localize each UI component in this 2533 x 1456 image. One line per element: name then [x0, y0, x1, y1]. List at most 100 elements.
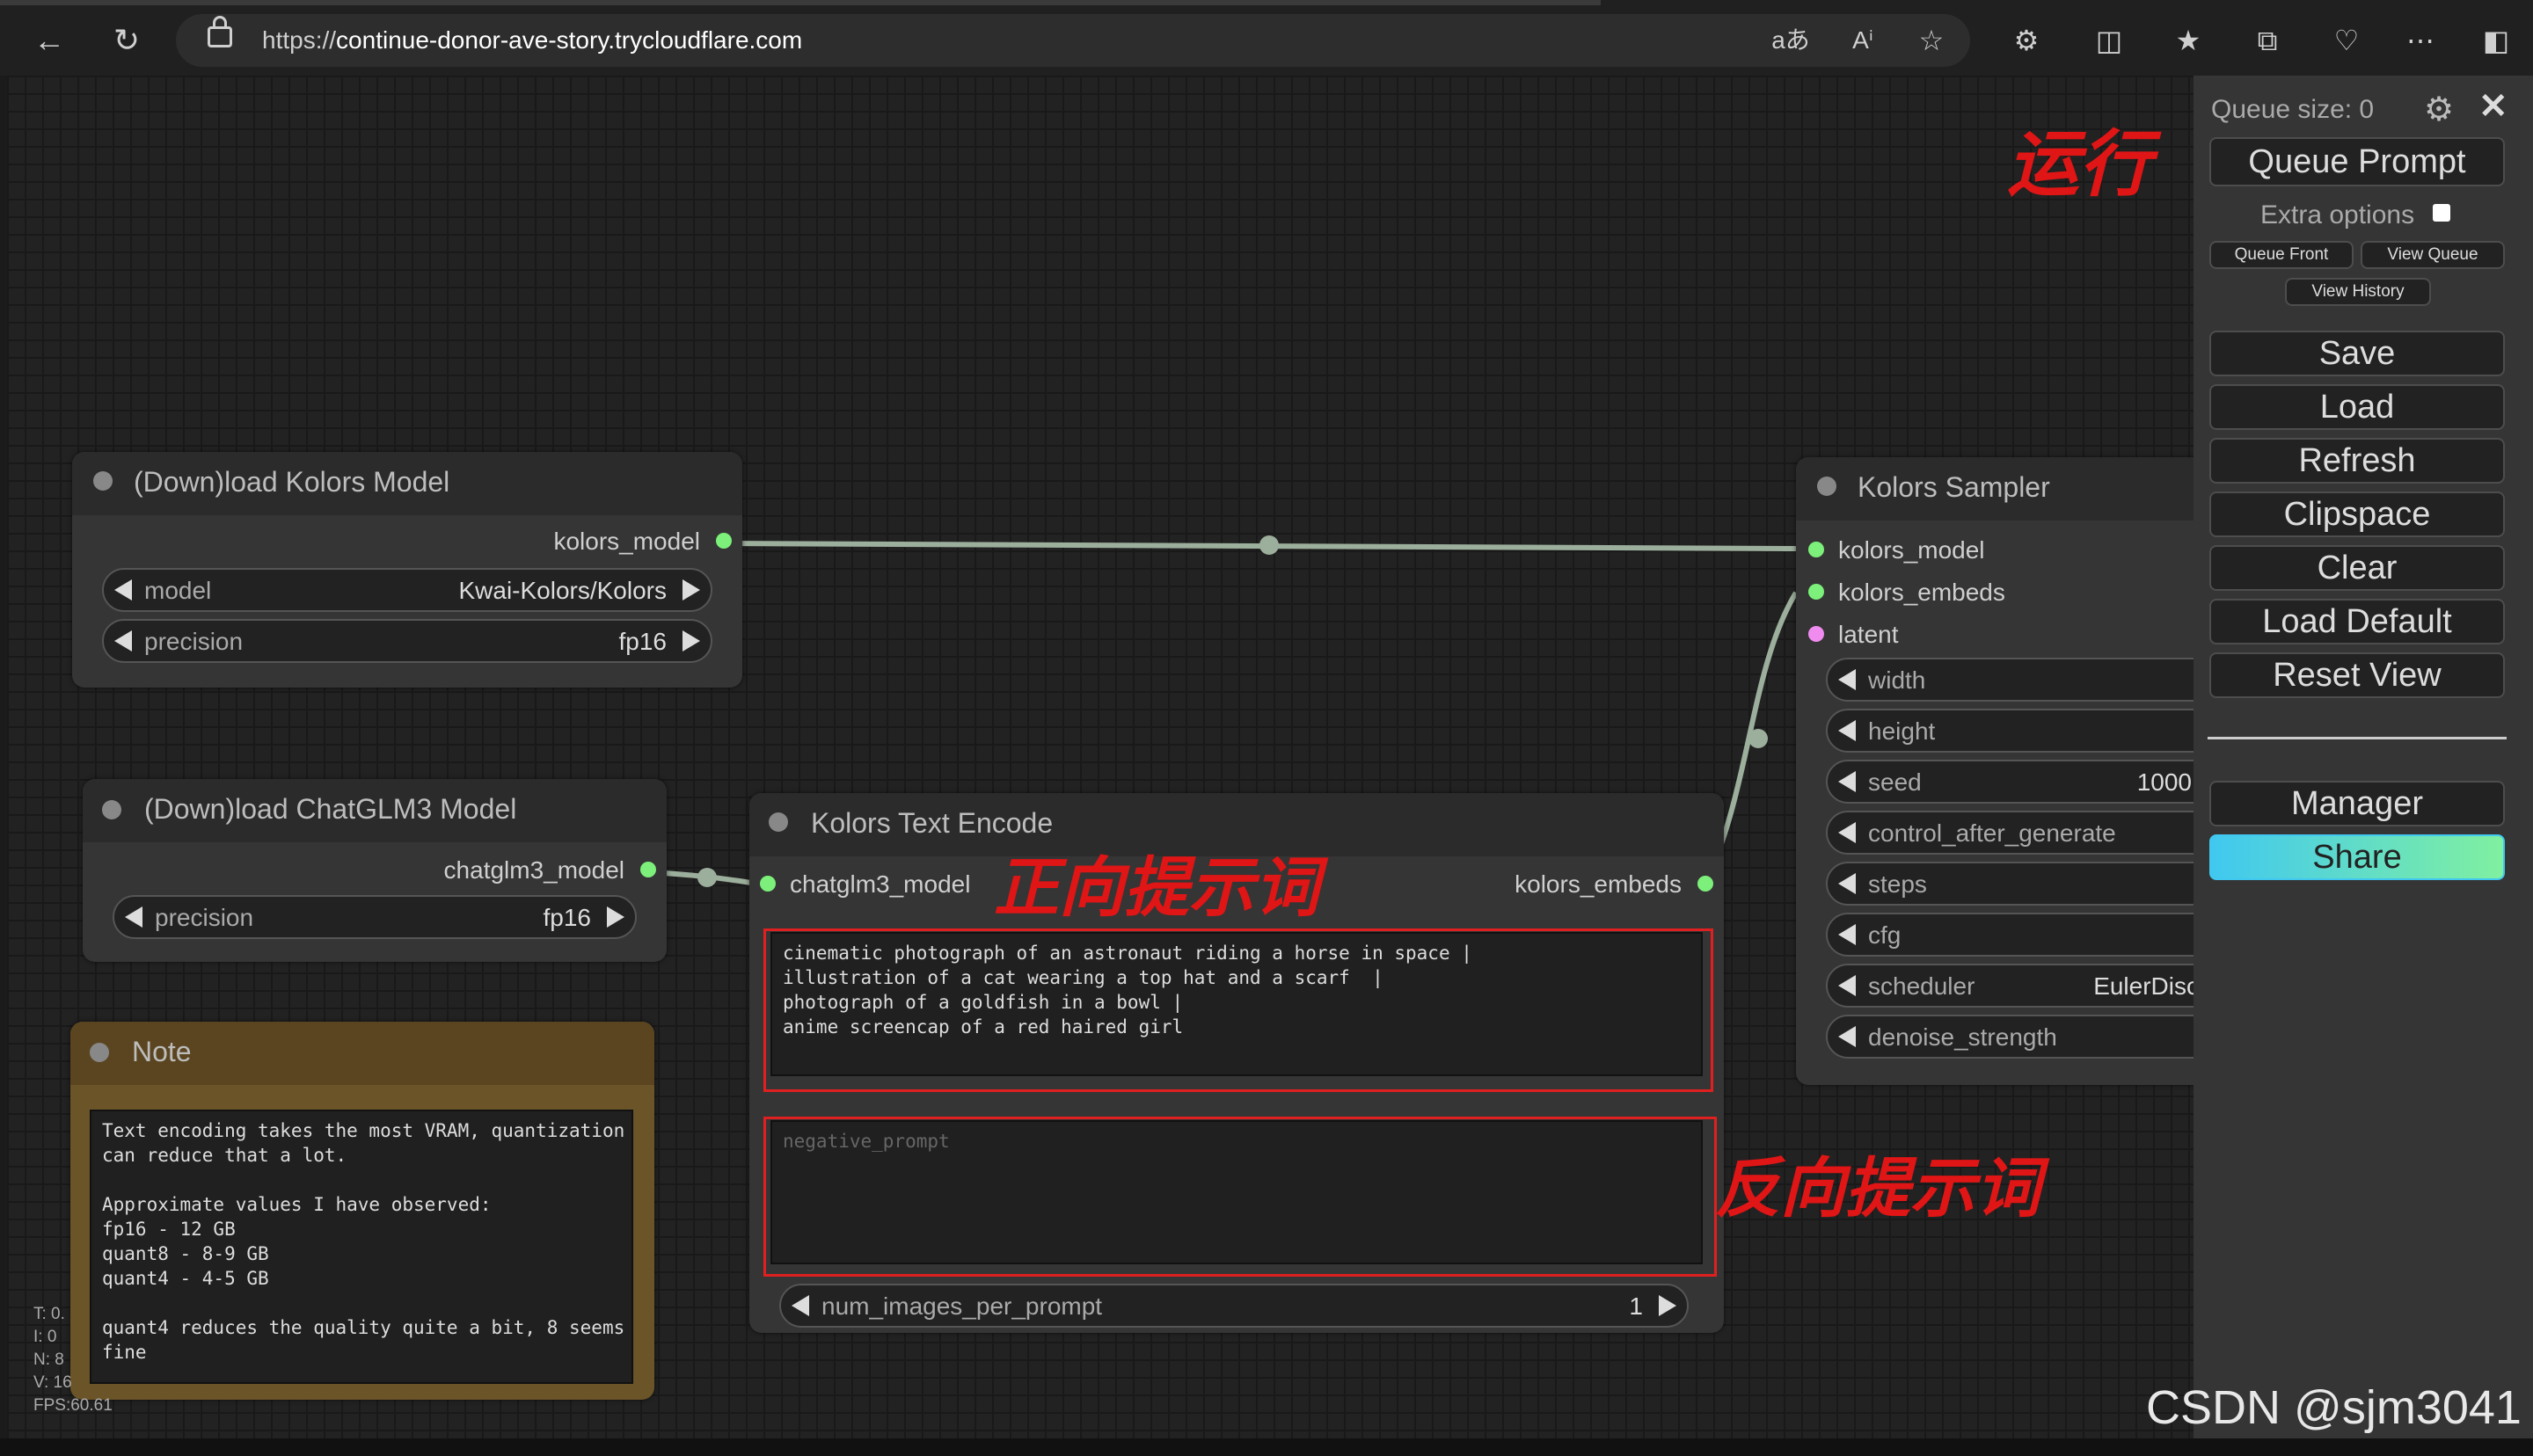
negative-prompt-highlight	[763, 1117, 1717, 1277]
precision-combo[interactable]: precision fp16	[113, 895, 637, 939]
input-slot-latent[interactable]	[1808, 626, 1824, 642]
seed-widget[interactable]: seed 1000	[1826, 760, 2230, 804]
widget-value: fp16	[543, 904, 592, 931]
input-slot[interactable]	[760, 876, 776, 892]
widget-value: EulerDisc	[2093, 972, 2199, 1000]
view-queue-button[interactable]: View Queue	[2361, 241, 2505, 269]
link-kolors-model	[722, 541, 1797, 551]
stat-t: T: 0.	[33, 1305, 65, 1323]
widget-value: 1	[1629, 1292, 1643, 1320]
input-label: latent	[1838, 621, 1899, 648]
annotation-run: 运行	[2007, 122, 2151, 207]
clipspace-button[interactable]: Clipspace	[2209, 491, 2505, 537]
close-icon[interactable]: ✕	[2478, 86, 2508, 127]
increment-arrow-icon[interactable]	[1659, 1295, 1676, 1316]
widget-label: height	[1868, 717, 1936, 745]
refresh-button[interactable]: Refresh	[2209, 438, 2505, 484]
output-slot[interactable]	[716, 533, 732, 549]
clear-button[interactable]: Clear	[2209, 545, 2505, 591]
height-widget[interactable]: height	[1826, 709, 2230, 753]
share-button[interactable]: Share	[2209, 834, 2505, 880]
widget-value: Kwai-Kolors/Kolors	[458, 577, 667, 604]
width-widget[interactable]: width	[1826, 658, 2230, 702]
num-images-per-prompt-widget[interactable]: num_images_per_prompt 1	[779, 1284, 1689, 1328]
node-title: (Down)load Kolors Model	[134, 466, 450, 498]
extra-options-checkbox[interactable]	[2433, 204, 2450, 222]
collapse-dot[interactable]	[93, 471, 113, 491]
output-label: kolors_model	[553, 528, 700, 555]
stat-i: I: 0	[33, 1328, 57, 1346]
queue-front-button[interactable]: Queue Front	[2209, 241, 2354, 269]
reset-view-button[interactable]: Reset View	[2209, 652, 2505, 698]
widget-value: 1000	[2136, 768, 2192, 796]
manager-button[interactable]: Manager	[2209, 781, 2505, 826]
link-midpoint[interactable]	[1259, 535, 1279, 555]
queue-size: Queue size: 0	[2211, 95, 2375, 124]
increment-arrow-icon[interactable]	[683, 579, 700, 601]
decrement-arrow-icon[interactable]	[1838, 822, 1856, 843]
node-note[interactable]: Note Text encoding takes the most VRAM, …	[70, 1022, 654, 1400]
input-label: kolors_embeds	[1838, 579, 2005, 606]
decrement-arrow-icon[interactable]	[1838, 873, 1856, 894]
decrement-arrow-icon[interactable]	[1838, 975, 1856, 996]
output-label: chatglm3_model	[443, 856, 624, 884]
node-title: (Down)load ChatGLM3 Model	[144, 793, 517, 825]
output-label: kolors_embeds	[1515, 870, 1682, 898]
view-history-button[interactable]: View History	[2285, 278, 2431, 306]
decrement-arrow-icon[interactable]	[114, 630, 132, 652]
model-combo[interactable]: model Kwai-Kolors/Kolors	[102, 568, 712, 612]
collapse-dot[interactable]	[1817, 477, 1836, 496]
collapse-dot[interactable]	[90, 1043, 109, 1062]
denoise-strength-widget[interactable]: denoise_strength	[1826, 1015, 2230, 1059]
input-label: chatglm3_model	[790, 870, 971, 898]
scheduler-widget[interactable]: scheduler EulerDisc	[1826, 964, 2230, 1008]
increment-arrow-icon[interactable]	[683, 630, 700, 652]
stat-fps: FPS:60.61	[33, 1396, 113, 1415]
note-text[interactable]: Text encoding takes the most VRAM, quant…	[90, 1110, 633, 1384]
decrement-arrow-icon[interactable]	[125, 906, 142, 928]
steps-widget[interactable]: steps	[1826, 862, 2230, 906]
settings-gear-icon[interactable]: ⚙	[2424, 90, 2454, 129]
bottom-edge	[0, 1438, 2533, 1456]
node-download-kolors-model[interactable]: (Down)load Kolors Model kolors_model mod…	[72, 452, 742, 688]
increment-arrow-icon[interactable]	[607, 906, 624, 928]
widget-label: model	[144, 577, 212, 604]
link-midpoint[interactable]	[1748, 729, 1768, 748]
input-slot-kolors-model[interactable]	[1808, 542, 1824, 557]
collapse-dot[interactable]	[102, 800, 121, 819]
annotation-negative-prompt: 反向提示词	[1715, 1151, 2040, 1227]
node-kolors-sampler[interactable]: Kolors Sampler kolors_model kolors_embed…	[1796, 457, 2230, 1085]
positive-prompt-highlight	[763, 928, 1713, 1092]
widget-label: scheduler	[1868, 972, 1975, 1000]
link-midpoint[interactable]	[697, 868, 717, 887]
decrement-arrow-icon[interactable]	[1838, 771, 1856, 792]
output-slot[interactable]	[1697, 876, 1713, 892]
widget-label: precision	[155, 904, 254, 931]
decrement-arrow-icon[interactable]	[1838, 924, 1856, 945]
save-button[interactable]: Save	[2209, 331, 2505, 376]
widget-value: fp16	[618, 628, 668, 655]
queue-prompt-button[interactable]: Queue Prompt	[2209, 137, 2505, 186]
input-label: kolors_model	[1838, 536, 1985, 564]
cfg-widget[interactable]: cfg	[1826, 913, 2230, 957]
extra-options-label: Extra options	[2260, 200, 2415, 229]
load-button[interactable]: Load	[2209, 384, 2505, 430]
control-after-generate-widget[interactable]: control_after_generate	[1826, 811, 2230, 855]
precision-combo[interactable]: precision fp16	[102, 619, 712, 663]
decrement-arrow-icon[interactable]	[1838, 720, 1856, 741]
node-download-chatglm3-model[interactable]: (Down)load ChatGLM3 Model chatglm3_model…	[83, 779, 667, 962]
stat-n: N: 8	[33, 1350, 64, 1369]
decrement-arrow-icon[interactable]	[114, 579, 132, 601]
widget-label: control_after_generate	[1868, 819, 2116, 847]
watermark: CSDN @sjm3041	[2146, 1381, 2522, 1434]
decrement-arrow-icon[interactable]	[1838, 1026, 1856, 1047]
stat-v: V: 16	[33, 1373, 72, 1392]
comfy-menu-panel: Queue size: 0 ⚙ ✕ Queue Prompt Extra opt…	[2194, 76, 2533, 1438]
decrement-arrow-icon[interactable]	[1838, 669, 1856, 690]
output-slot[interactable]	[640, 862, 656, 877]
input-slot-kolors-embeds[interactable]	[1808, 584, 1824, 600]
annotation-positive-prompt: 正向提示词	[994, 850, 1319, 926]
collapse-dot[interactable]	[769, 812, 788, 832]
load-default-button[interactable]: Load Default	[2209, 599, 2505, 644]
decrement-arrow-icon[interactable]	[792, 1295, 809, 1316]
